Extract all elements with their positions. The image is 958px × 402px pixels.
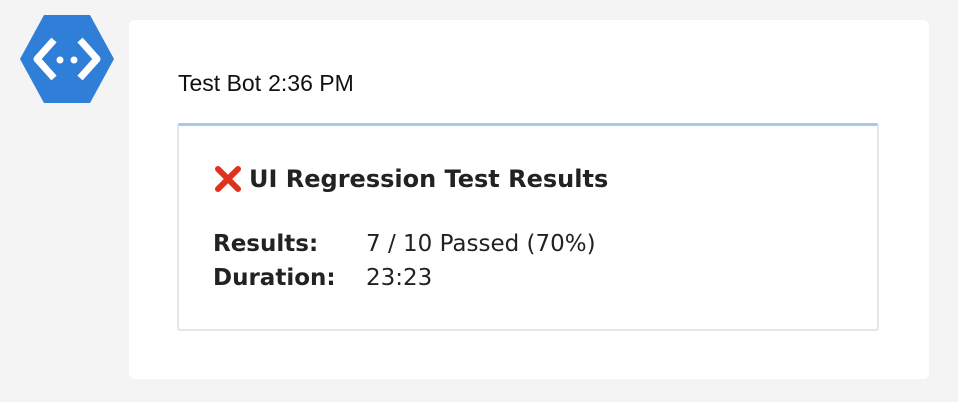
bot-avatar: [20, 15, 114, 103]
message-timestamp: 2:36 PM: [268, 70, 354, 96]
card-title-text: UI Regression Test Results: [249, 165, 609, 193]
card-title: UI Regression Test Results: [213, 164, 608, 194]
fact-value: 7 / 10 Passed (70%): [366, 231, 596, 257]
bot-message: Test Bot 2:36 PM UI Regression Test Resul…: [129, 20, 929, 379]
message-header: Test Bot 2:36 PM: [178, 70, 354, 97]
sender-name: Test Bot: [178, 70, 262, 96]
adaptive-card: UI Regression Test Results Results: 7 / …: [177, 123, 879, 331]
fact-key: Duration:: [213, 265, 336, 291]
fact-set: Results: 7 / 10 Passed (70%) Duration: 2…: [213, 227, 596, 295]
fact-row-results: Results: 7 / 10 Passed (70%): [213, 227, 596, 261]
red-x-icon: [213, 164, 243, 194]
fact-value: 23:23: [366, 265, 433, 291]
fact-row-duration: Duration: 23:23: [213, 261, 596, 295]
azure-bot-service-icon: [20, 15, 114, 103]
fact-key: Results:: [213, 231, 319, 257]
